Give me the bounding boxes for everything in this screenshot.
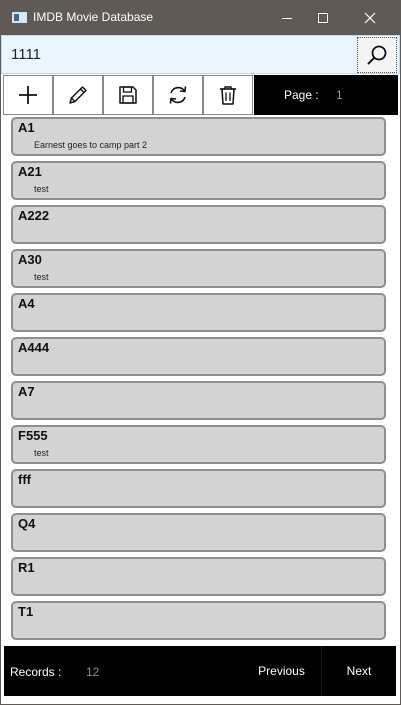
edit-button[interactable]	[53, 75, 103, 115]
list-item[interactable]: T1	[11, 601, 386, 640]
list-item[interactable]: A21 test	[11, 161, 386, 200]
maximize-icon	[318, 12, 328, 23]
item-title: A222	[18, 208, 50, 223]
list-item[interactable]: A444	[11, 337, 386, 376]
delete-button[interactable]	[203, 75, 253, 115]
item-title: fff	[18, 472, 31, 487]
search-icon	[367, 45, 387, 65]
page-indicator: Page : 1	[254, 75, 398, 115]
records-count: 12	[86, 665, 100, 679]
item-title: A30	[18, 252, 42, 267]
refresh-button[interactable]	[153, 75, 203, 115]
list-item[interactable]: fff	[11, 469, 386, 508]
close-button[interactable]	[347, 0, 393, 35]
pencil-icon	[69, 86, 87, 104]
search-button[interactable]	[357, 37, 397, 73]
app-window-icon	[12, 12, 27, 23]
maximize-button[interactable]	[300, 0, 346, 35]
item-title: T1	[18, 604, 34, 619]
app-window: IMDB Movie Database 1111 Page: 1 A1 Ear…	[0, 0, 401, 705]
save-button[interactable]	[103, 75, 153, 115]
records-label: Records :	[10, 665, 62, 679]
list-item[interactable]: Q4	[11, 513, 386, 552]
floppy-disk-icon	[119, 86, 137, 104]
list-item[interactable]: A1 Earnest goes to camp part 2	[11, 117, 386, 156]
previous-button[interactable]: Previous	[244, 646, 319, 696]
trash-icon	[220, 86, 236, 105]
list-item[interactable]: F555 test	[11, 425, 386, 464]
search-bar	[1, 35, 400, 74]
list-item[interactable]: A7	[11, 381, 386, 420]
footer-bar: Records : 12 Previous Next	[4, 646, 396, 696]
item-subtitle: test	[34, 448, 49, 458]
close-icon	[364, 12, 376, 23]
minimize-icon	[282, 17, 292, 19]
item-title: A4	[18, 296, 35, 311]
title-bar[interactable]: IMDB Movie Database	[0, 0, 401, 35]
page-number: 1	[336, 88, 343, 102]
list-item[interactable]: A30 test	[11, 249, 386, 288]
item-title: A1	[18, 120, 35, 135]
window-title: IMDB Movie Database	[33, 10, 154, 24]
page-label: Page :	[284, 88, 319, 102]
search-input[interactable]	[2, 36, 358, 73]
item-subtitle: test	[34, 272, 49, 282]
toolbar: Page : 1	[3, 75, 398, 115]
item-title: R1	[18, 560, 35, 575]
item-title: A444	[18, 340, 50, 355]
item-title: A7	[18, 384, 35, 399]
item-title: A21	[18, 164, 42, 179]
next-button[interactable]: Next	[321, 646, 396, 696]
plus-icon	[19, 86, 37, 104]
list-item[interactable]: R1	[11, 557, 386, 596]
add-button[interactable]	[3, 75, 53, 115]
item-title: Q4	[18, 516, 36, 531]
main-content: Page : 1 A1 Earnest goes to camp part 2 …	[1, 35, 400, 704]
item-subtitle: Earnest goes to camp part 2	[34, 140, 148, 150]
item-subtitle: test	[34, 184, 49, 194]
list-item[interactable]: A4	[11, 293, 386, 332]
movie-list: A1 Earnest goes to camp part 2 A21 test …	[1, 117, 400, 645]
refresh-icon	[169, 86, 187, 104]
list-item[interactable]: A222	[11, 205, 386, 244]
item-title: F555	[18, 428, 48, 443]
